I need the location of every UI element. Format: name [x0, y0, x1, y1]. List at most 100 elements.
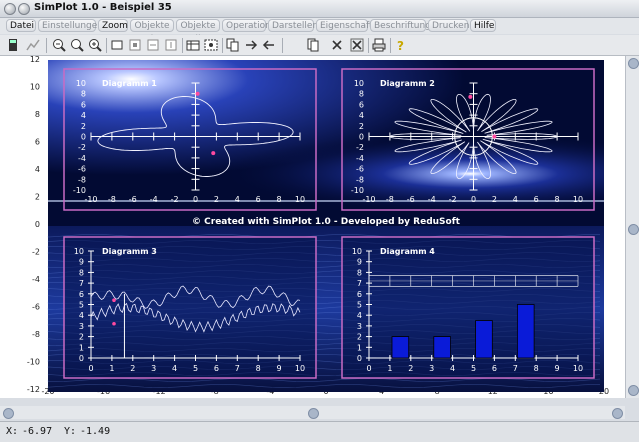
diagram-title: Diagramm 2 — [380, 79, 435, 88]
duplicate-icon[interactable] — [306, 38, 320, 52]
arrow-right-icon[interactable] — [244, 38, 258, 52]
x-tick-label: 2 — [214, 195, 219, 204]
horizontal-scroll-thumb[interactable] — [308, 408, 319, 419]
x-tick-label: 5 — [471, 364, 476, 373]
menu-drucken[interactable]: Drucken — [428, 19, 469, 32]
menu-objekte-2[interactable]: Objekte II — [176, 19, 220, 44]
y-tick-label: 4 — [81, 111, 86, 120]
fit-page-icon[interactable] — [128, 38, 142, 52]
x-tick-label: 10 — [295, 364, 305, 373]
menu-zoom[interactable]: Zoom — [98, 19, 128, 32]
x-tick-label: 7 — [235, 364, 240, 373]
y-tick-label: -6 — [78, 165, 86, 174]
marker-point — [211, 151, 216, 156]
y-tick-label: 0 — [359, 133, 364, 142]
line-chart-icon[interactable] — [26, 38, 40, 52]
backdrop-glow-center — [48, 136, 604, 226]
copy-icon[interactable] — [226, 38, 240, 52]
scroll-down-icon[interactable] — [628, 385, 639, 396]
y-tick-label: 4 — [79, 311, 84, 320]
y-tick-label: 1 — [357, 343, 362, 352]
marker-point — [112, 321, 116, 326]
marker-point — [468, 94, 473, 99]
credit-text: © Created with SimPlot 1.0 - Developed b… — [192, 217, 461, 227]
x-tick-label: 9 — [555, 364, 560, 373]
close-window-icon[interactable] — [4, 3, 16, 15]
x-tick-label: -10 — [362, 195, 375, 204]
menu-objekte-1[interactable]: Objekte I — [130, 19, 174, 44]
status-bar: X: -6.97 Y: -1.49 — [0, 421, 639, 442]
scroll-right-icon[interactable] — [612, 408, 623, 419]
y-tick-label: 2 — [359, 122, 364, 131]
minimize-window-icon[interactable] — [18, 3, 30, 15]
x-tick-label: 3 — [151, 364, 156, 373]
main-y-tick-label: 12 — [30, 56, 40, 64]
main-y-tick-label: -6 — [32, 303, 40, 312]
x-tick-label: 1 — [387, 364, 392, 373]
help-icon[interactable]: ? — [394, 38, 408, 53]
diagram-title: Diagramm 4 — [380, 247, 435, 256]
y-tick-label: 8 — [359, 90, 364, 99]
fit-width-icon[interactable] — [146, 38, 160, 52]
plot-area[interactable]: -20-16-12-8-4048121620121086420-2-4-6-8-… — [0, 55, 625, 398]
vertical-scrollbar[interactable] — [625, 56, 639, 398]
x-tick-label: 2 — [130, 364, 135, 373]
menu-darstellen[interactable]: Darstellen — [268, 19, 318, 32]
horizontal-scrollbar[interactable] — [0, 406, 625, 419]
bar-1 — [391, 336, 410, 359]
screenshot-icon[interactable] — [204, 38, 218, 52]
y-tick-label: 8 — [357, 268, 362, 277]
delete-all-icon[interactable] — [350, 38, 364, 52]
y-tick-label: -8 — [356, 175, 364, 184]
main-y-tick-label: 4 — [35, 165, 40, 174]
table-icon[interactable] — [186, 38, 200, 52]
y-tick-label: 2 — [81, 122, 86, 131]
y-tick-label: 6 — [359, 100, 364, 109]
menu-eigenschaft[interactable]: Eigenschaft — [316, 19, 373, 32]
calculator-icon[interactable] — [6, 38, 20, 52]
y-tick-label: -2 — [356, 143, 364, 152]
x-tick-label: -10 — [84, 195, 97, 204]
bar-4 — [516, 304, 535, 359]
zoom-icon[interactable] — [70, 38, 84, 52]
plot-canvas[interactable]: -20-16-12-8-4048121620121086420-2-4-6-8-… — [0, 55, 625, 398]
main-y-tick-label: -2 — [32, 248, 40, 257]
y-tick-label: 3 — [357, 322, 362, 331]
x-tick-label: 6 — [492, 364, 497, 373]
x-tick-label: -8 — [108, 195, 116, 204]
y-tick-label: 5 — [357, 301, 362, 310]
scroll-left-icon[interactable] — [3, 408, 14, 419]
y-tick-label: 9 — [357, 258, 362, 267]
y-tick-label: 5 — [79, 301, 84, 310]
menu-datei[interactable]: Datei — [6, 19, 36, 32]
menu-operation[interactable]: Operation — [222, 19, 271, 32]
zoom-out-icon[interactable] — [52, 38, 66, 52]
arrow-left-icon[interactable] — [262, 38, 276, 52]
zoom-in-icon[interactable] — [88, 38, 102, 52]
y-tick-label: 6 — [79, 290, 84, 299]
vertical-scroll-thumb[interactable] — [628, 224, 639, 235]
y-tick-label: 1 — [79, 343, 84, 352]
y-tick-label: -4 — [78, 154, 86, 163]
x-tick-label: 3 — [429, 364, 434, 373]
fit-height-icon[interactable] — [164, 38, 178, 52]
menu-hilfe[interactable]: Hilfe — [470, 19, 496, 32]
marker-point — [112, 298, 116, 303]
marker-point — [195, 91, 200, 96]
print-icon[interactable] — [372, 38, 386, 52]
y-tick-label: 4 — [359, 111, 364, 120]
rectangle-icon[interactable] — [110, 38, 124, 52]
diagram-3: Diagramm 30 1 2 3 4 5 6 7 8 9 10109876543210 — [63, 236, 317, 379]
y-tick-label: -6 — [356, 165, 364, 174]
menu-beschriftung[interactable]: Beschriftung — [370, 19, 431, 32]
x-tick-label: 9 — [277, 364, 282, 373]
x-tick-label: 2 — [408, 364, 413, 373]
x-tick-label: -4 — [150, 195, 158, 204]
bar-2 — [433, 336, 451, 359]
scroll-up-icon[interactable] — [628, 58, 639, 69]
y-tick-label: -4 — [356, 154, 364, 163]
title-bar: SimPlot 1.0 - Beispiel 35 — [0, 0, 639, 18]
delete-icon[interactable] — [330, 38, 344, 52]
x-tick-label: 6 — [534, 195, 539, 204]
menu-einstellungen[interactable]: Einstellungen — [38, 19, 103, 32]
